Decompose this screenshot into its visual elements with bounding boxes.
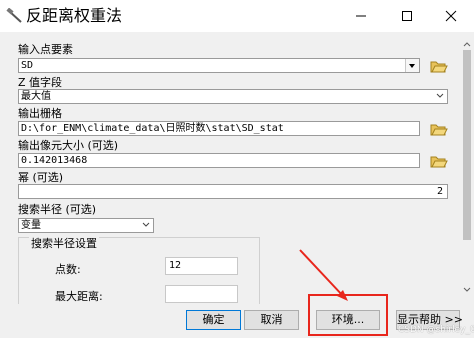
tool-dialog: 反距离权重法 输入点要素 SD Z 值字段 最大值 输出栅格 D:\for_EN…: [0, 0, 474, 338]
annotation-highlight-box: [308, 294, 388, 336]
annotation-arrow: [299, 249, 348, 301]
watermark: CSDN @shirley_0917: [398, 325, 474, 335]
